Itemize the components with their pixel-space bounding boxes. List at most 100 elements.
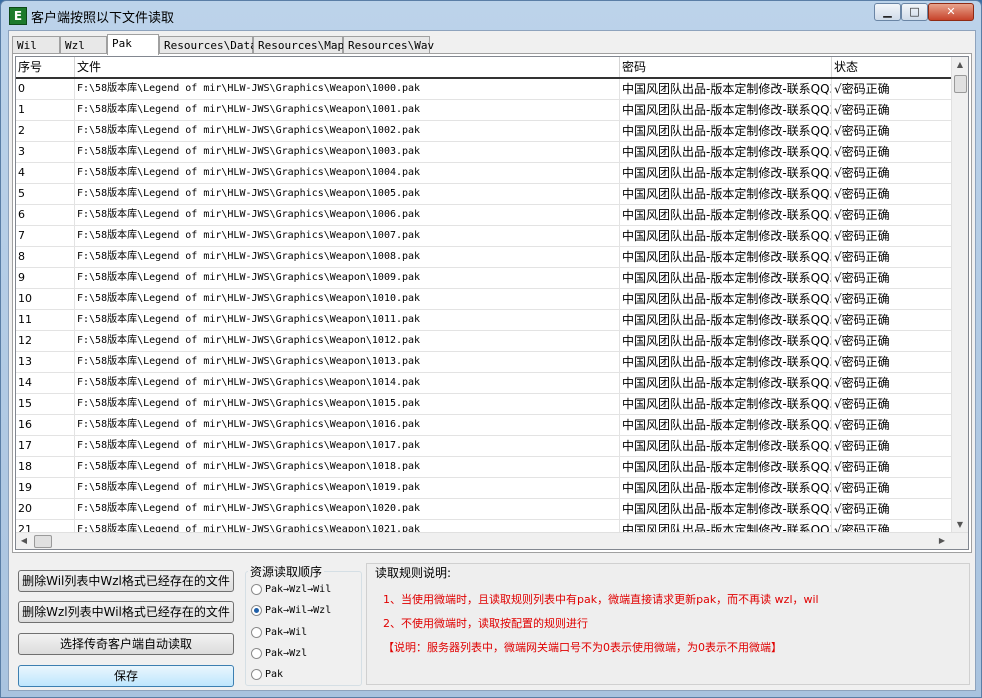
cell-status: √密码正确 [832,205,958,225]
table-row[interactable]: 6 F:\58版本库\Legend of mir\HLW-JWS\Graphics… [16,205,958,226]
table-row[interactable]: 12 F:\58版本库\Legend of mir\HLW-JWS\Graphic… [16,331,958,352]
radio-circle-checked-icon[interactable] [251,604,262,616]
radio-circle-icon[interactable] [251,668,262,680]
table-row[interactable]: 20 F:\58版本库\Legend of mir\HLW-JWS\Graphic… [16,499,958,520]
scroll-right-icon[interactable]: ▶ [934,533,950,549]
table-row[interactable]: 8 F:\58版本库\Legend of mir\HLW-JWS\Graphics… [16,247,958,268]
cell-status: √密码正确 [832,184,958,204]
title-bar[interactable]: E 客户端按照以下文件读取 ▁ □ ✕ [1,1,981,29]
tab-resources-wav[interactable]: Resources\Wav [343,36,434,54]
horizontal-scroll-thumb[interactable] [34,535,52,548]
cell-status: √密码正确 [832,436,958,456]
column-header-file[interactable]: 文件 [75,57,620,77]
cell-file: F:\58版本库\Legend of mir\HLW-JWS\Graphics\… [75,142,620,162]
radio-pak[interactable]: Pak [251,667,283,683]
table-row[interactable]: 4 F:\58版本库\Legend of mir\HLW-JWS\Graphics… [16,163,958,184]
table-row[interactable]: 3 F:\58版本库\Legend of mir\HLW-JWS\Graphics… [16,142,958,163]
cell-file: F:\58版本库\Legend of mir\HLW-JWS\Graphics\… [75,394,620,414]
cell-file: F:\58版本库\Legend of mir\HLW-JWS\Graphics\… [75,499,620,519]
scroll-down-icon[interactable]: ▼ [952,517,968,533]
radio-pak-wzl-wil[interactable]: Pak→Wzl→Wil [251,582,331,598]
minimize-button[interactable]: ▁ [874,3,901,21]
cell-password: 中国风团队出品-版本定制修改-联系QQ3 [620,478,832,498]
cell-status: √密码正确 [832,478,958,498]
tab-wil[interactable]: Wil [12,36,60,54]
maximize-button[interactable]: □ [901,3,928,21]
cell-index: 11 [16,310,75,330]
cell-file: F:\58版本库\Legend of mir\HLW-JWS\Graphics\… [75,352,620,372]
cell-password: 中国风团队出品-版本定制修改-联系QQ3 [620,100,832,120]
table-row[interactable]: 9 F:\58版本库\Legend of mir\HLW-JWS\Graphics… [16,268,958,289]
cell-password: 中国风团队出品-版本定制修改-联系QQ3 [620,268,832,288]
cell-index: 9 [16,268,75,288]
app-icon: E [9,7,27,25]
radio-circle-icon[interactable] [251,647,262,659]
cell-file: F:\58版本库\Legend of mir\HLW-JWS\Graphics\… [75,268,620,288]
cell-file: F:\58版本库\Legend of mir\HLW-JWS\Graphics\… [75,457,620,477]
horizontal-scrollbar[interactable]: ◀ ▶ [16,532,968,549]
scroll-left-icon[interactable]: ◀ [16,533,32,549]
pak-tab-panel: 序号 文件 密码 状态 0 F:\58版本库\Legend of mir\HLW-… [12,53,972,553]
radio-label: Pak→Wil [265,627,308,638]
table-row[interactable]: 14 F:\58版本库\Legend of mir\HLW-JWS\Graphic… [16,373,958,394]
cell-index: 6 [16,205,75,225]
vertical-scroll-thumb[interactable] [954,75,967,93]
table-row[interactable]: 7 F:\58版本库\Legend of mir\HLW-JWS\Graphics… [16,226,958,247]
cell-password: 中国风团队出品-版本定制修改-联系QQ3 [620,457,832,477]
table-row[interactable]: 0 F:\58版本库\Legend of mir\HLW-JWS\Graphics… [16,79,958,100]
cell-index: 20 [16,499,75,519]
table-row[interactable]: 11 F:\58版本库\Legend of mir\HLW-JWS\Graphic… [16,310,958,331]
read-order-title: 资源读取顺序 [248,563,325,580]
cell-password: 中国风团队出品-版本定制修改-联系QQ3 [620,205,832,225]
cell-password: 中国风团队出品-版本定制修改-联系QQ3 [620,184,832,204]
column-header-password[interactable]: 密码 [620,57,832,77]
vertical-scrollbar[interactable]: ▲ ▼ [951,57,968,533]
table-row[interactable]: 10 F:\58版本库\Legend of mir\HLW-JWS\Graphic… [16,289,958,310]
file-list-table[interactable]: 序号 文件 密码 状态 0 F:\58版本库\Legend of mir\HLW-… [15,56,969,550]
radio-label: Pak→Wil→Wzl [265,605,332,616]
cell-password: 中国风团队出品-版本定制修改-联系QQ3 [620,310,832,330]
tab-wzl[interactable]: Wzl [60,36,107,54]
cell-status: √密码正确 [832,415,958,435]
radio-label: Pak [265,669,284,680]
cell-index: 0 [16,79,75,99]
table-row[interactable]: 1 F:\58版本库\Legend of mir\HLW-JWS\Graphics… [16,100,958,121]
cell-status: √密码正确 [832,457,958,477]
table-row[interactable]: 2 F:\58版本库\Legend of mir\HLW-JWS\Graphics… [16,121,958,142]
table-row[interactable]: 13 F:\58版本库\Legend of mir\HLW-JWS\Graphic… [16,352,958,373]
tab-resources-map[interactable]: Resources\Map [253,36,344,54]
column-header-status[interactable]: 状态 [832,57,958,77]
cell-file: F:\58版本库\Legend of mir\HLW-JWS\Graphics\… [75,226,620,246]
close-button[interactable]: ✕ [928,3,974,21]
table-row[interactable]: 15 F:\58版本库\Legend of mir\HLW-JWS\Graphic… [16,394,958,415]
main-window: E 客户端按照以下文件读取 ▁ □ ✕ Wil Wzl Pak Resource… [0,0,982,698]
cell-password: 中国风团队出品-版本定制修改-联系QQ3 [620,499,832,519]
save-button[interactable]: 保存 [18,665,234,687]
auto-read-client-button[interactable]: 选择传奇客户端自动读取 [18,633,234,655]
table-row[interactable]: 19 F:\58版本库\Legend of mir\HLW-JWS\Graphic… [16,478,958,499]
tab-pak[interactable]: Pak [107,34,159,55]
cell-index: 2 [16,121,75,141]
cell-status: √密码正确 [832,226,958,246]
cell-file: F:\58版本库\Legend of mir\HLW-JWS\Graphics\… [75,205,620,225]
radio-pak-wzl[interactable]: Pak→Wzl [251,646,307,662]
delete-wzl-duplicates-button[interactable]: 删除Wzl列表中Wil格式已经存在的文件 [18,601,234,623]
radio-circle-icon[interactable] [251,626,262,638]
cell-index: 8 [16,247,75,267]
radio-circle-icon[interactable] [251,583,262,595]
table-row[interactable]: 17 F:\58版本库\Legend of mir\HLW-JWS\Graphic… [16,436,958,457]
radio-pak-wil[interactable]: Pak→Wil [251,625,307,641]
table-row[interactable]: 16 F:\58版本库\Legend of mir\HLW-JWS\Graphic… [16,415,958,436]
delete-wil-duplicates-button[interactable]: 删除Wil列表中Wzl格式已经存在的文件 [18,570,234,592]
tab-resources-data[interactable]: Resources\Data [159,36,257,54]
cell-file: F:\58版本库\Legend of mir\HLW-JWS\Graphics\… [75,310,620,330]
scroll-up-icon[interactable]: ▲ [952,57,968,73]
table-row[interactable]: 5 F:\58版本库\Legend of mir\HLW-JWS\Graphics… [16,184,958,205]
cell-index: 13 [16,352,75,372]
table-row[interactable]: 18 F:\58版本库\Legend of mir\HLW-JWS\Graphic… [16,457,958,478]
cell-file: F:\58版本库\Legend of mir\HLW-JWS\Graphics\… [75,415,620,435]
radio-pak-wil-wzl[interactable]: Pak→Wil→Wzl [251,603,331,619]
cell-file: F:\58版本库\Legend of mir\HLW-JWS\Graphics\… [75,184,620,204]
column-header-index[interactable]: 序号 [16,57,75,77]
client-area: Wil Wzl Pak Resources\Data Resources\Map… [8,30,976,691]
